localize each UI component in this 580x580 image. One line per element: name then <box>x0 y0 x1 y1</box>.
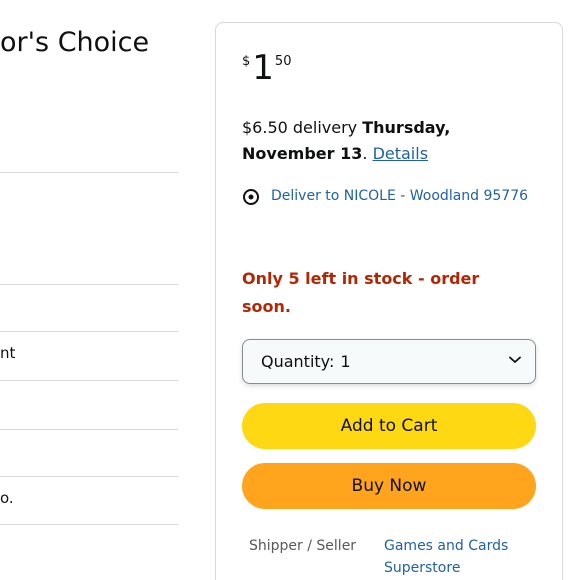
quantity-value: 1 <box>340 352 351 371</box>
detail-row-text: o. <box>0 489 14 507</box>
price: $ 1 50 <box>242 51 291 85</box>
divider <box>0 284 178 285</box>
divider <box>0 524 178 525</box>
seller-label: Shipper / Seller <box>249 538 357 554</box>
divider <box>0 380 178 381</box>
deliver-to-location[interactable]: Deliver to NICOLE - Woodland 95776 <box>242 187 532 209</box>
add-to-cart-button[interactable]: Add to Cart <box>242 403 536 449</box>
buy-now-button[interactable]: Buy Now <box>242 463 536 509</box>
chevron-down-icon <box>509 356 521 363</box>
quantity-select[interactable]: Quantity: 1 <box>242 339 536 384</box>
divider <box>0 429 178 430</box>
deliver-to-text[interactable]: Deliver to NICOLE - Woodland 95776 <box>271 183 528 209</box>
delivery-cost: $6.50 delivery <box>242 118 358 137</box>
detail-row-text: nt <box>0 344 16 362</box>
buy-box: $ 1 50 $6.50 delivery Thursday, November… <box>215 22 563 580</box>
delivery-suffix: . <box>362 144 368 163</box>
location-pin-icon <box>243 189 259 205</box>
seller-link[interactable]: Games and Cards Superstore <box>384 535 534 579</box>
price-currency-symbol: $ <box>242 54 251 69</box>
divider <box>0 331 178 332</box>
quantity-label: Quantity: <box>261 352 335 371</box>
divider <box>0 476 178 477</box>
stock-warning: Only 5 left in stock - order soon. <box>242 269 480 316</box>
delivery-details-link[interactable]: Details <box>373 144 428 163</box>
product-title-fragment: or's Choice <box>0 27 150 58</box>
product-page: or's Choice nt o. $ 1 50 $6.50 delivery … <box>0 0 580 580</box>
product-details-column: or's Choice nt o. <box>0 0 180 580</box>
divider <box>0 172 178 173</box>
price-whole: 1 <box>252 48 274 88</box>
price-fraction: 50 <box>274 54 292 69</box>
delivery-info: $6.50 delivery Thursday, November 13. De… <box>242 115 512 167</box>
